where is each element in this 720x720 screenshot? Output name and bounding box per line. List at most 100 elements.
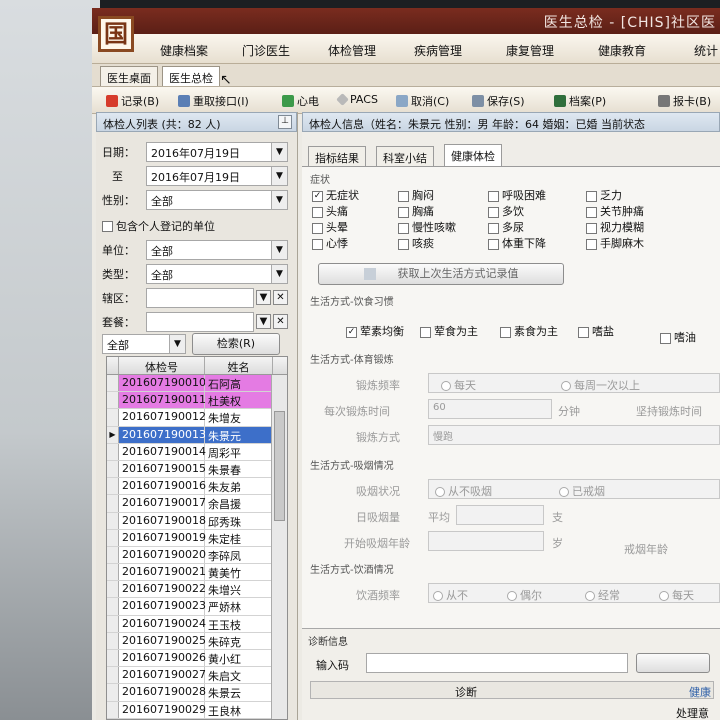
exercise-freq-weekly[interactable]: 每周一次以上 [561,377,640,393]
input-code-field[interactable] [366,653,628,673]
scroll-thumb[interactable] [274,411,285,521]
table-row[interactable]: 201607190024 王玉枝 [107,615,287,633]
table-row[interactable]: 201607190018 邱秀珠 [107,512,287,530]
table-row[interactable]: 201607190010 石阿高 [107,375,287,393]
table-row[interactable]: 201607190029 王良林 [107,701,287,719]
chevron-down-icon[interactable]: ▼ [271,167,287,185]
daily-smoke-input[interactable] [456,505,544,525]
district-dropdown-icon[interactable]: ▼ [256,290,271,305]
filter-select[interactable]: 全部 ▼ [102,334,186,354]
menu-health-education[interactable]: 健康教育 [598,42,646,59]
record-button[interactable]: 记录(B) [106,93,159,109]
pacs-button[interactable]: PACS [336,93,378,106]
tab-doctor-review[interactable]: 医生总检 [162,66,220,86]
drink-never[interactable]: 从不 [433,587,468,603]
exercise-freq-daily[interactable]: 每天 [441,377,476,393]
symptom-checkbox[interactable]: 头晕 [312,219,348,235]
symptom-checkbox[interactable]: 关节肿痛 [586,203,644,219]
table-row[interactable]: 201607190019 朱定桂 [107,529,287,547]
table-row[interactable]: 201607190021 黄美竹 [107,564,287,582]
table-row[interactable]: 201607190012 朱增友 [107,409,287,427]
report-card-button[interactable]: 报卡(B) [658,93,711,109]
smoke-never[interactable]: 从不吸烟 [435,483,492,499]
diet-checkbox[interactable]: ✓ 荤素均衡 [346,323,404,339]
tab-doctor-desktop[interactable]: 医生桌面 [100,66,158,86]
table-row[interactable]: 201607190022 朱增兴 [107,581,287,599]
symptom-checkbox[interactable]: 呼吸困难 [488,187,546,203]
table-row[interactable]: 201607190020 李碎凤 [107,546,287,565]
symptom-checkbox[interactable]: 多尿 [488,219,524,235]
chevron-down-icon[interactable]: ▼ [271,143,287,161]
symptom-checkbox[interactable]: 胸闷 [398,187,434,203]
package-clear-icon[interactable]: ✕ [273,314,288,329]
symptom-checkbox[interactable]: 乏力 [586,187,622,203]
symptom-checkbox[interactable]: 心悸 [312,235,348,251]
ecg-button[interactable]: 心电 [282,93,319,109]
table-row[interactable]: 201607190011 杜美权 [107,392,287,410]
date-to-field[interactable]: 2016年07月19日 ▼ [146,166,288,186]
add-diagnosis-button[interactable] [636,653,710,673]
table-row[interactable]: 201607190016 朱友弟 [107,478,287,496]
col-exam-id[interactable]: 体检号 [119,357,205,374]
archive-button[interactable]: 档案(P) [554,93,606,109]
table-row[interactable]: 201607190025 朱碎克 [107,632,287,650]
health-link[interactable]: 健康 [689,684,711,700]
diet-checkbox[interactable]: 素食为主 [500,323,558,339]
symptom-checkbox[interactable]: 胸痛 [398,203,434,219]
menu-outpatient[interactable]: 门诊医生 [242,42,290,59]
tab-indicator-results[interactable]: 指标结果 [308,146,366,166]
table-row[interactable]: 201607190027 朱启文 [107,667,287,685]
table-row[interactable]: 201607190026 黄小红 [107,650,287,668]
cancel-button[interactable]: 取消(C) [396,93,449,109]
exercise-time-input[interactable]: 60 [428,399,552,419]
table-row[interactable]: 201607190023 严娇林 [107,598,287,616]
menu-statistics[interactable]: 统计 [694,42,718,59]
search-button[interactable]: 检索(R) [192,333,280,355]
drink-daily[interactable]: 每天 [659,587,694,603]
fetch-last-lifestyle-button[interactable]: 获取上次生活方式记录值 [318,263,564,285]
start-smoke-input[interactable] [428,531,544,551]
table-row[interactable]: ▶ 201607190013 朱景元 [107,426,287,444]
drink-often[interactable]: 经常 [585,587,620,603]
drink-occasional[interactable]: 偶尔 [507,587,542,603]
col-name[interactable]: 姓名 [205,357,273,374]
chevron-down-icon[interactable]: ▼ [271,241,287,259]
table-row[interactable]: 201607190028 朱景云 [107,684,287,702]
diet-checkbox[interactable]: 荤食为主 [420,323,478,339]
grid-scrollbar[interactable] [271,375,287,719]
table-row[interactable]: 201607190015 朱景春 [107,460,287,479]
menu-disease-management[interactable]: 疾病管理 [414,42,462,59]
include-personal-checkbox[interactable]: 包含个人登记的单位 [102,218,215,234]
type-select[interactable]: 全部 ▼ [146,264,288,284]
symptom-checkbox[interactable]: 体重下降 [488,235,546,251]
symptom-checkbox[interactable]: ✓ 无症状 [312,187,359,203]
refetch-interface-button[interactable]: 重取接口(I) [178,93,249,109]
symptom-checkbox[interactable]: 咳痰 [398,235,434,251]
pin-icon[interactable]: ⊥ [278,115,292,129]
unit-select[interactable]: 全部 ▼ [146,240,288,260]
table-row[interactable]: 201607190014 周彩平 [107,443,287,461]
menu-rehab-management[interactable]: 康复管理 [506,42,554,59]
symptom-checkbox[interactable]: 视力模糊 [586,219,644,235]
smoke-quit[interactable]: 已戒烟 [559,483,605,499]
date-from-field[interactable]: 2016年07月19日 ▼ [146,142,288,162]
chevron-down-icon[interactable]: ▼ [271,191,287,209]
package-dropdown-icon[interactable]: ▼ [256,314,271,329]
menu-health-records[interactable]: 健康档案 [160,42,208,59]
gender-select[interactable]: 全部 ▼ [146,190,288,210]
chevron-down-icon[interactable]: ▼ [169,335,185,353]
symptom-checkbox[interactable]: 手脚麻木 [586,235,644,251]
diet-checkbox[interactable]: 嗜油 [660,329,696,345]
chevron-down-icon[interactable]: ▼ [271,265,287,283]
symptom-checkbox[interactable]: 多饮 [488,203,524,219]
district-clear-icon[interactable]: ✕ [273,290,288,305]
tab-health-exam[interactable]: 健康体检 [444,144,502,166]
symptom-checkbox[interactable]: 慢性咳嗽 [398,219,456,235]
menu-exam-management[interactable]: 体检管理 [328,42,376,59]
table-row[interactable]: 201607190017 余昌援 [107,495,287,513]
symptom-checkbox[interactable]: 头痛 [312,203,348,219]
tab-dept-summary[interactable]: 科室小结 [376,146,434,166]
exercise-mode-input[interactable]: 慢跑 [428,425,720,445]
package-field[interactable] [146,312,254,332]
district-field[interactable] [146,288,254,308]
